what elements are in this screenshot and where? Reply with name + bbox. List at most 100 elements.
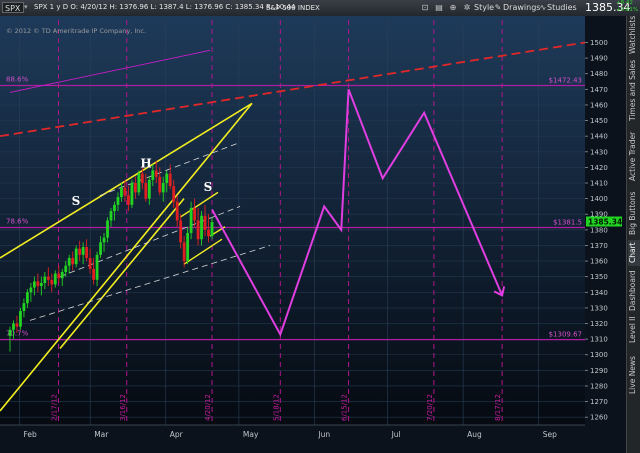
candle-body (130, 183, 134, 205)
y-tick-label: 1460 (590, 101, 608, 109)
tab-times-and-sales[interactable]: Times and Sales (628, 56, 640, 124)
date-marker-label: 7/20/12 (426, 394, 434, 421)
candle-body (196, 220, 200, 240)
y-tick-label: 1350 (590, 273, 608, 281)
candle-body (172, 186, 176, 202)
y-tick-label: 1310 (590, 336, 608, 344)
candle-body (88, 257, 92, 269)
x-tick-label: Jun (317, 430, 330, 439)
candle-body (36, 281, 40, 287)
pattern-label: S (204, 180, 213, 194)
price-chart[interactable]: 2/17/12 3/16/12 4/20/12 5/18/12 6/15/12 7/20/… (0, 0, 640, 453)
candle-body (193, 207, 196, 221)
pattern-label: H (140, 156, 151, 170)
candle-body (161, 183, 165, 193)
candle-body (207, 229, 210, 237)
x-axis-background (0, 425, 585, 453)
fib-level-tag: $1472.43 (549, 77, 582, 85)
tab-live-news[interactable]: Live News (628, 346, 640, 404)
side-panel: Live News Level II Dashboard Chart Big B… (626, 16, 640, 453)
candle-body (19, 311, 22, 327)
candle-body (158, 176, 162, 193)
candle-body (60, 271, 64, 279)
y-axis: 1260 1270 1280 1290 1300 1310 1320 1330 1340 1350… (585, 16, 626, 453)
plot-background (0, 16, 626, 453)
candle-body (168, 173, 172, 187)
pattern-label: S (72, 194, 81, 208)
candle-body (64, 265, 68, 272)
y-tick-label: 1480 (590, 70, 608, 78)
date-marker-label: 8/17/12 (494, 394, 502, 421)
candle-body (29, 287, 33, 293)
y-tick-label: 1360 (590, 258, 608, 266)
y-tick-label: 1490 (590, 55, 608, 63)
candle-body (133, 183, 137, 193)
candle-body (165, 173, 169, 184)
x-tick-label: May (243, 430, 259, 439)
tab-watchlists[interactable]: Watchlists (628, 16, 640, 54)
date-marker-label: 2/17/12 (51, 394, 59, 421)
x-tick-label: Sep (543, 430, 557, 439)
candle-body (116, 197, 120, 205)
candle-body (179, 220, 183, 243)
candle-body (46, 276, 50, 280)
copyright-text: © 2012 © TD Ameritrade IP Company, Inc. (6, 27, 147, 35)
fib-level-tag: $1309.67 (549, 331, 582, 339)
tab-dashboard[interactable]: Dashboard (628, 268, 640, 314)
y-tick-label: 1370 (590, 242, 608, 250)
y-tick-label: 1500 (590, 39, 608, 47)
candle-body (147, 179, 151, 199)
y-tick-label: 1270 (590, 398, 608, 406)
candle-body (189, 207, 193, 233)
candle-body (203, 215, 207, 230)
candle-body (137, 173, 141, 193)
candle-body (123, 187, 127, 196)
candle-body (26, 292, 29, 304)
candle-body (113, 204, 116, 212)
tab-active-trader[interactable]: Active Trader (628, 126, 640, 186)
y-tick-label: 1380 (590, 226, 608, 234)
tab-big-buttons[interactable]: Big Buttons (628, 188, 640, 238)
y-tick-label: 1300 (590, 351, 608, 359)
candle-body (78, 248, 82, 255)
fib-level-label: 88.6% (6, 76, 29, 84)
candle-body (99, 242, 102, 255)
candle-body (85, 247, 89, 258)
candle-body (81, 247, 85, 255)
date-marker-label: 5/18/12 (272, 394, 280, 421)
x-tick-label: Aug (467, 430, 482, 439)
candle-body (22, 303, 26, 312)
x-tick-label: Feb (24, 430, 38, 439)
candle-body (50, 279, 54, 285)
candle-body (71, 257, 75, 265)
y-tick-label: 1440 (590, 133, 608, 141)
date-marker-label: 6/15/12 (341, 394, 349, 421)
candle-body (144, 183, 148, 199)
candle-body (109, 211, 113, 221)
y-tick-label: 1260 (590, 414, 608, 422)
y-tick-label: 1340 (590, 289, 608, 297)
candle-body (120, 187, 123, 198)
candle-body (182, 242, 186, 262)
candle-body (186, 232, 190, 262)
y-tick-label: 1430 (590, 148, 608, 156)
candle-body (74, 248, 78, 265)
x-axis: Feb Mar Apr May Jun Jul Aug Sep (0, 424, 585, 453)
candle-body (8, 329, 12, 337)
candle-body (12, 323, 15, 330)
candle-body (15, 323, 19, 327)
candle-body (140, 173, 144, 184)
tab-level-ii[interactable]: Level II (628, 316, 640, 344)
last-price-tag: 1385.34 (588, 218, 622, 227)
y-tick-label: 1320 (590, 320, 608, 328)
tab-chart[interactable]: Chart (628, 240, 640, 266)
candle-body (95, 254, 99, 280)
date-marker-label: 4/20/12 (204, 394, 212, 421)
fib-level-label: 78.6% (6, 218, 29, 226)
candle-body (39, 282, 43, 287)
candle-body (43, 276, 47, 283)
y-tick-label: 1330 (590, 304, 608, 312)
y-tick-label: 1470 (590, 86, 608, 94)
x-tick-label: Jul (391, 430, 401, 439)
y-tick-label: 1290 (590, 367, 608, 375)
